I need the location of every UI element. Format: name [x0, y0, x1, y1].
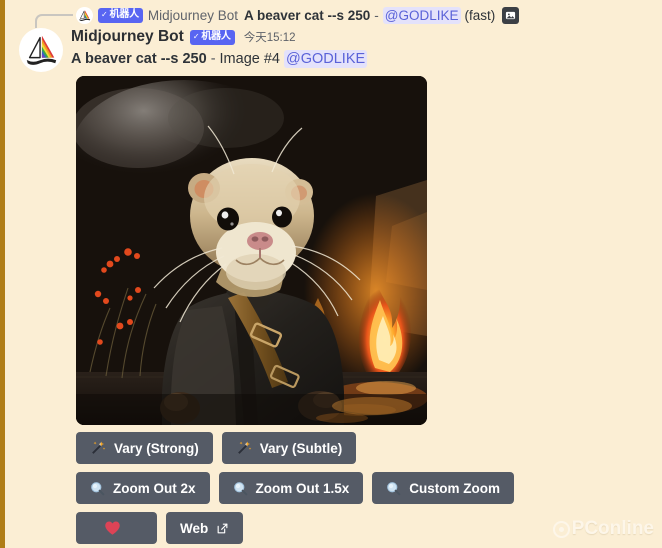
message-image-label: Image #4 — [219, 51, 280, 67]
reply-prompt-text: A beaver cat --s 250 — [243, 7, 371, 23]
message-header: Midjourney Bot ✓ 机器人 今天15:12 — [71, 27, 651, 47]
zoom-out-1-5x-button[interactable]: Zoom Out 1.5x — [218, 472, 364, 504]
vary-subtle-button[interactable]: Vary (Subtle) — [221, 432, 357, 464]
heart-icon — [104, 520, 121, 536]
web-button[interactable]: Web — [166, 512, 244, 544]
message-content-area: ✓ 机器人 Midjourney Bot A beaver cat --s 25… — [5, 0, 662, 548]
image-attachment-icon — [502, 6, 520, 24]
vary-strong-label: Vary (Strong) — [114, 440, 199, 456]
message-bot-badge-label: 机器人 — [201, 30, 231, 42]
sailboat-avatar-icon — [76, 6, 93, 24]
message-prompt-text: A beaver cat --s 250 — [71, 51, 207, 67]
magic-wand-icon — [90, 440, 106, 456]
action-row-misc: Web — [76, 512, 636, 544]
magnifying-glass-icon — [386, 481, 401, 496]
magic-wand-icon — [236, 440, 252, 456]
bot-badge-label: 机器人 — [109, 8, 140, 20]
zoom-out-2x-label: Zoom Out 2x — [113, 480, 196, 496]
vary-subtle-label: Vary (Subtle) — [259, 440, 343, 456]
external-link-icon — [216, 522, 229, 535]
sailboat-avatar-icon — [22, 31, 60, 69]
reply-separator: - — [374, 7, 379, 23]
zoom-out-1-5x-label: Zoom Out 1.5x — [255, 480, 350, 496]
message-avatar[interactable] — [19, 28, 63, 72]
message-mention[interactable]: @GODLIKE — [284, 50, 368, 68]
favorite-button[interactable] — [76, 512, 157, 544]
bot-badge-check-icon: ✓ — [101, 9, 108, 19]
message-author-name[interactable]: Midjourney Bot — [71, 28, 184, 46]
magnifying-glass-icon — [233, 481, 248, 496]
reply-message-preview: A beaver cat --s 250 - @GODLIKE (fast) — [243, 6, 520, 24]
reply-spine-line — [35, 14, 73, 28]
vary-strong-button[interactable]: Vary (Strong) — [76, 432, 213, 464]
action-row-zoom: Zoom Out 2x Zoom Out 1.5x Custom Zoom — [76, 472, 636, 504]
message-bot-badge: ✓ 机器人 — [189, 29, 235, 45]
reply-author-name[interactable]: Midjourney Bot — [148, 8, 238, 23]
action-button-rows: Vary (Strong) Vary (Subtle) Zoom Out 2x … — [76, 432, 636, 548]
reply-speed-label: (fast) — [464, 7, 496, 23]
reply-mention[interactable]: @GODLIKE — [382, 6, 461, 24]
web-label: Web — [180, 520, 209, 536]
bot-badge: ✓ 机器人 — [98, 7, 143, 23]
zoom-out-2x-button[interactable]: Zoom Out 2x — [76, 472, 210, 504]
generated-image-attachment[interactable] — [76, 76, 427, 425]
discord-screenshot: ✓ 机器人 Midjourney Bot A beaver cat --s 25… — [0, 0, 662, 548]
action-row-vary: Vary (Strong) Vary (Subtle) — [76, 432, 636, 464]
magnifying-glass-icon — [90, 481, 105, 496]
message-separator: - — [210, 51, 216, 67]
custom-zoom-label: Custom Zoom — [409, 480, 501, 496]
custom-zoom-button[interactable]: Custom Zoom — [372, 472, 515, 504]
message-bot-badge-check-icon: ✓ — [192, 31, 200, 41]
message-body: Midjourney Bot ✓ 机器人 今天15:12 A beaver ca… — [71, 27, 651, 68]
message-content-line: A beaver cat --s 250 - Image #4 @GODLIKE — [71, 50, 651, 68]
generated-image-render — [76, 76, 427, 425]
message-timestamp: 今天15:12 — [243, 32, 296, 44]
